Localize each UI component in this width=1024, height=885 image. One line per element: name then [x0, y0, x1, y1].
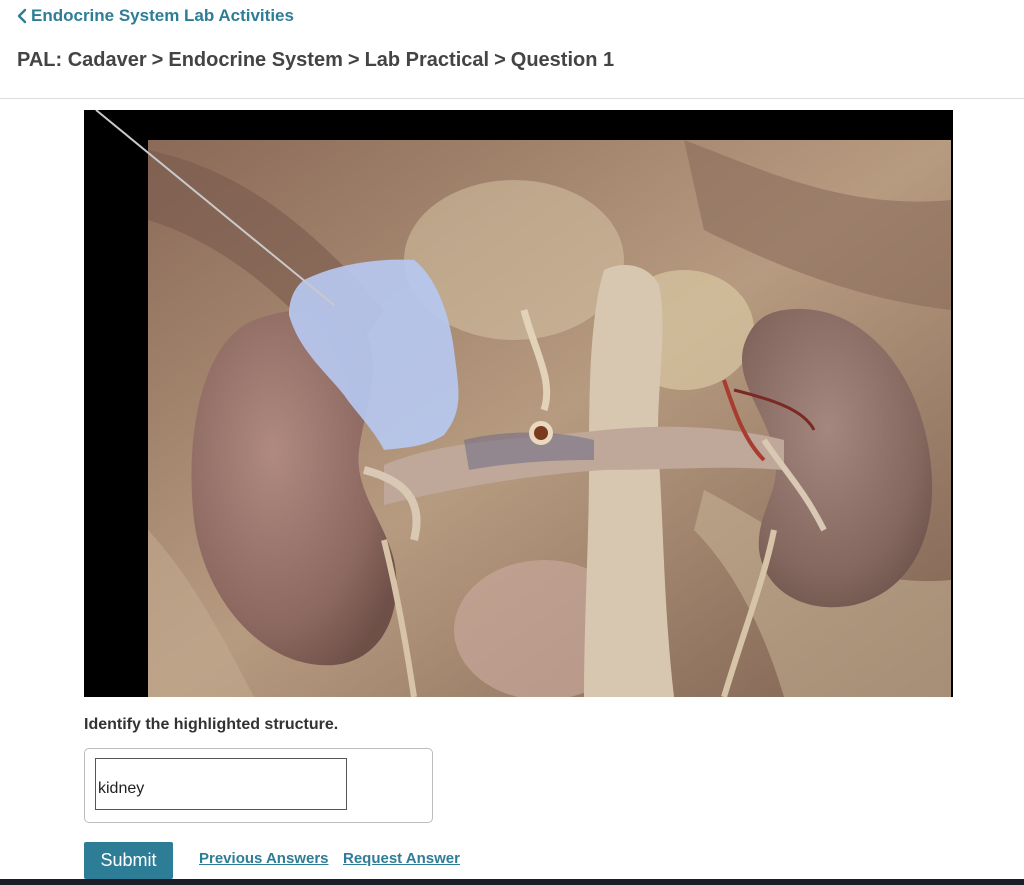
answer-container	[84, 748, 433, 823]
breadcrumb-separator: >	[151, 49, 164, 71]
previous-answers-link[interactable]: Previous Answers	[199, 850, 329, 867]
breadcrumb-item: PAL: Cadaver	[17, 49, 147, 71]
answer-input[interactable]	[95, 758, 347, 810]
bottom-strip	[0, 879, 1024, 885]
breadcrumb-separator: >	[494, 49, 506, 71]
question-prompt: Identify the highlighted structure.	[84, 716, 339, 733]
chevron-left-icon	[17, 8, 27, 24]
cadaver-illustration	[84, 110, 953, 697]
request-answer-link[interactable]: Request Answer	[343, 850, 460, 867]
breadcrumb-item: Endocrine System	[168, 49, 343, 71]
breadcrumb-item-current: Question 1	[510, 49, 615, 71]
breadcrumb-separator: >	[347, 49, 360, 71]
back-link-label: Endocrine System Lab Activities	[31, 6, 294, 25]
breadcrumb-item: Lab Practical	[364, 49, 490, 71]
breadcrumb: PAL: Cadaver > Endocrine System > Lab Practi…	[17, 49, 614, 72]
submit-button[interactable]: Submit	[84, 842, 173, 879]
header-divider	[0, 98, 1024, 99]
cadaver-image	[84, 110, 953, 697]
back-link[interactable]: Endocrine System Lab Activities	[16, 6, 294, 26]
